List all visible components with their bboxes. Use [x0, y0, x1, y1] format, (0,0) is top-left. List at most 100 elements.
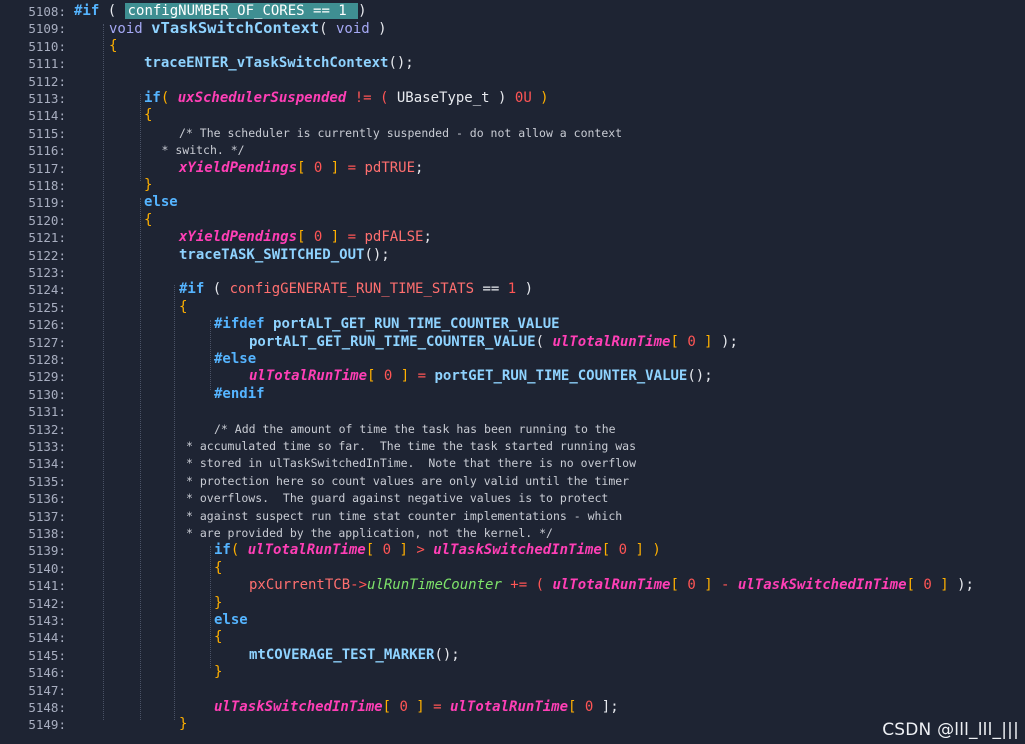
- code-line[interactable]: traceTASK_SWITCHED_OUT();: [179, 247, 390, 264]
- line-number: 5118:: [28, 178, 66, 193]
- indent-guide: [103, 24, 104, 721]
- line-number: 5147:: [28, 682, 66, 698]
- line-number: 5129:: [28, 369, 66, 385]
- code-token: ulTaskSwitchedInTime: [433, 542, 602, 559]
- code-token: [: [367, 368, 384, 385]
- code-token: #endif: [214, 385, 265, 402]
- code-token: ==: [474, 281, 508, 298]
- line-number: 5122:: [28, 247, 66, 263]
- line-number: 5134:: [28, 456, 66, 472]
- code-line[interactable]: else: [214, 612, 248, 629]
- code-token: ulTotalRunTime: [552, 577, 671, 594]
- code-token: =: [409, 368, 435, 385]
- code-token: * switch. */: [161, 143, 245, 158]
- code-line[interactable]: }: [214, 664, 222, 681]
- code-token: 0: [687, 577, 696, 594]
- code-token: ulTotalRunTime: [552, 333, 671, 350]
- line-number: 5116:: [28, 143, 66, 159]
- code-token: {: [109, 37, 118, 54]
- indent-guide: [140, 94, 141, 181]
- code-token: * accumulated time so far. The time the …: [186, 439, 637, 453]
- code-token: vTaskSwitchContext: [151, 19, 320, 38]
- line-number: 5123:: [28, 265, 66, 280]
- code-token: {: [144, 211, 153, 228]
- code-line[interactable]: /* The scheduler is currently suspended …: [179, 125, 622, 142]
- code-line[interactable]: * stored in ulTaskSwitchedInTime. Note t…: [186, 455, 636, 472]
- line-number: 5142:: [28, 595, 66, 611]
- code-line[interactable]: * against suspect run time stat counter …: [186, 508, 622, 525]
- code-line[interactable]: {: [214, 560, 222, 577]
- code-line[interactable]: #else: [214, 351, 256, 368]
- code-token: configNUMBER_OF_CORES == 1: [124, 3, 359, 19]
- code-token: }: [214, 664, 223, 681]
- code-line[interactable]: {: [144, 107, 152, 124]
- line-number: 5124:: [28, 282, 66, 298]
- line-number: 5137:: [28, 508, 66, 524]
- line-number: 5145:: [28, 647, 66, 663]
- code-line[interactable]: }: [179, 716, 187, 733]
- code-line[interactable]: xYieldPendings[ 0 ] = pdTRUE;: [179, 160, 423, 177]
- code-token: ]: [695, 577, 713, 594]
- code-token: != (: [346, 90, 397, 106]
- code-line[interactable]: {: [179, 299, 187, 316]
- code-line[interactable]: }: [144, 177, 152, 194]
- code-token: pxCurrentTCB: [249, 577, 351, 594]
- code-token: (: [230, 542, 248, 559]
- code-editor[interactable]: 5108: 5109: 5110: 5111: 5112: 5113: 5114: 5115:…: [0, 0, 1025, 744]
- code-token: [: [906, 577, 924, 594]
- code-token: [: [382, 699, 400, 715]
- code-token: pdTRUE: [364, 159, 416, 176]
- code-token: =: [339, 159, 365, 176]
- line-number: 5131:: [28, 404, 66, 420]
- line-number: 5127:: [28, 334, 66, 350]
- code-line[interactable]: * overflows. The guard against negative …: [186, 490, 608, 507]
- code-token: * protection here so count values are on…: [186, 473, 630, 488]
- code-line[interactable]: if( uxSchedulerSuspended != ( UBaseType_…: [144, 90, 549, 107]
- code-token: [: [297, 159, 314, 176]
- code-line[interactable]: /* Add the amount of time the task has b…: [214, 421, 616, 438]
- line-number: 5148:: [28, 700, 66, 715]
- code-line[interactable]: * are provided by the application, not t…: [186, 525, 553, 542]
- line-number: 5111:: [28, 56, 66, 72]
- code-line[interactable]: * switch. */: [162, 142, 245, 159]
- code-line[interactable]: mtCOVERAGE_TEST_MARKER();: [249, 647, 460, 664]
- code-line[interactable]: ulTotalRunTime[ 0 ] = portGET_RUN_TIME_C…: [249, 368, 713, 385]
- code-token: ]: [931, 577, 949, 594]
- code-line[interactable]: ulTaskSwitchedInTime[ 0 ] = ulTotalRunTi…: [214, 699, 619, 716]
- code-token: 0: [618, 542, 628, 559]
- line-number: 5149:: [28, 717, 66, 733]
- code-line[interactable]: #endif: [214, 386, 265, 403]
- code-line[interactable]: portALT_GET_RUN_TIME_COUNTER_VALUE( ulTo…: [249, 334, 738, 351]
- code-token: ]: [407, 699, 425, 715]
- line-number: 5120:: [28, 212, 66, 228]
- line-number: 5110:: [28, 38, 66, 54]
- code-token: 1: [507, 281, 517, 298]
- code-line[interactable]: {: [109, 38, 117, 55]
- line-number: 5130:: [28, 386, 66, 402]
- code-token: {: [144, 107, 153, 124]
- code-line[interactable]: #if ( configNUMBER_OF_CORES == 1 ): [74, 3, 367, 20]
- code-line[interactable]: }: [214, 595, 222, 612]
- code-line[interactable]: else: [144, 194, 178, 211]
- code-token: [: [670, 577, 688, 594]
- code-line[interactable]: {: [214, 629, 222, 646]
- line-number: 5112:: [28, 73, 66, 89]
- code-token: else: [214, 612, 248, 628]
- code-line[interactable]: traceENTER_vTaskSwitchContext();: [144, 55, 414, 72]
- code-line[interactable]: if( ulTotalRunTime[ 0 ] > ulTaskSwitched…: [214, 542, 661, 559]
- code-line[interactable]: {: [144, 212, 152, 229]
- code-line[interactable]: #if ( configGENERATE_RUN_TIME_STATS == 1…: [179, 281, 533, 298]
- code-token: (: [535, 333, 553, 350]
- code-line[interactable]: pxCurrentTCB->ulRunTimeCounter += ( ulTo…: [249, 577, 974, 594]
- code-token: * are provided by the application, not t…: [186, 526, 553, 540]
- code-line[interactable]: void vTaskSwitchContext( void ): [109, 19, 387, 38]
- code-token: (: [204, 281, 230, 298]
- code-line[interactable]: * accumulated time so far. The time the …: [186, 438, 636, 455]
- code-token: else: [144, 194, 178, 211]
- code-line[interactable]: xYieldPendings[ 0 ] = pdFALSE;: [179, 229, 432, 246]
- code-token: * stored in ulTaskSwitchedInTime. Note t…: [186, 456, 637, 471]
- code-line[interactable]: * protection here so count values are on…: [186, 473, 629, 490]
- line-number: 5113:: [28, 91, 66, 106]
- code-token: if: [214, 542, 231, 559]
- code-line[interactable]: #ifdef portALT_GET_RUN_TIME_COUNTER_VALU…: [214, 316, 560, 333]
